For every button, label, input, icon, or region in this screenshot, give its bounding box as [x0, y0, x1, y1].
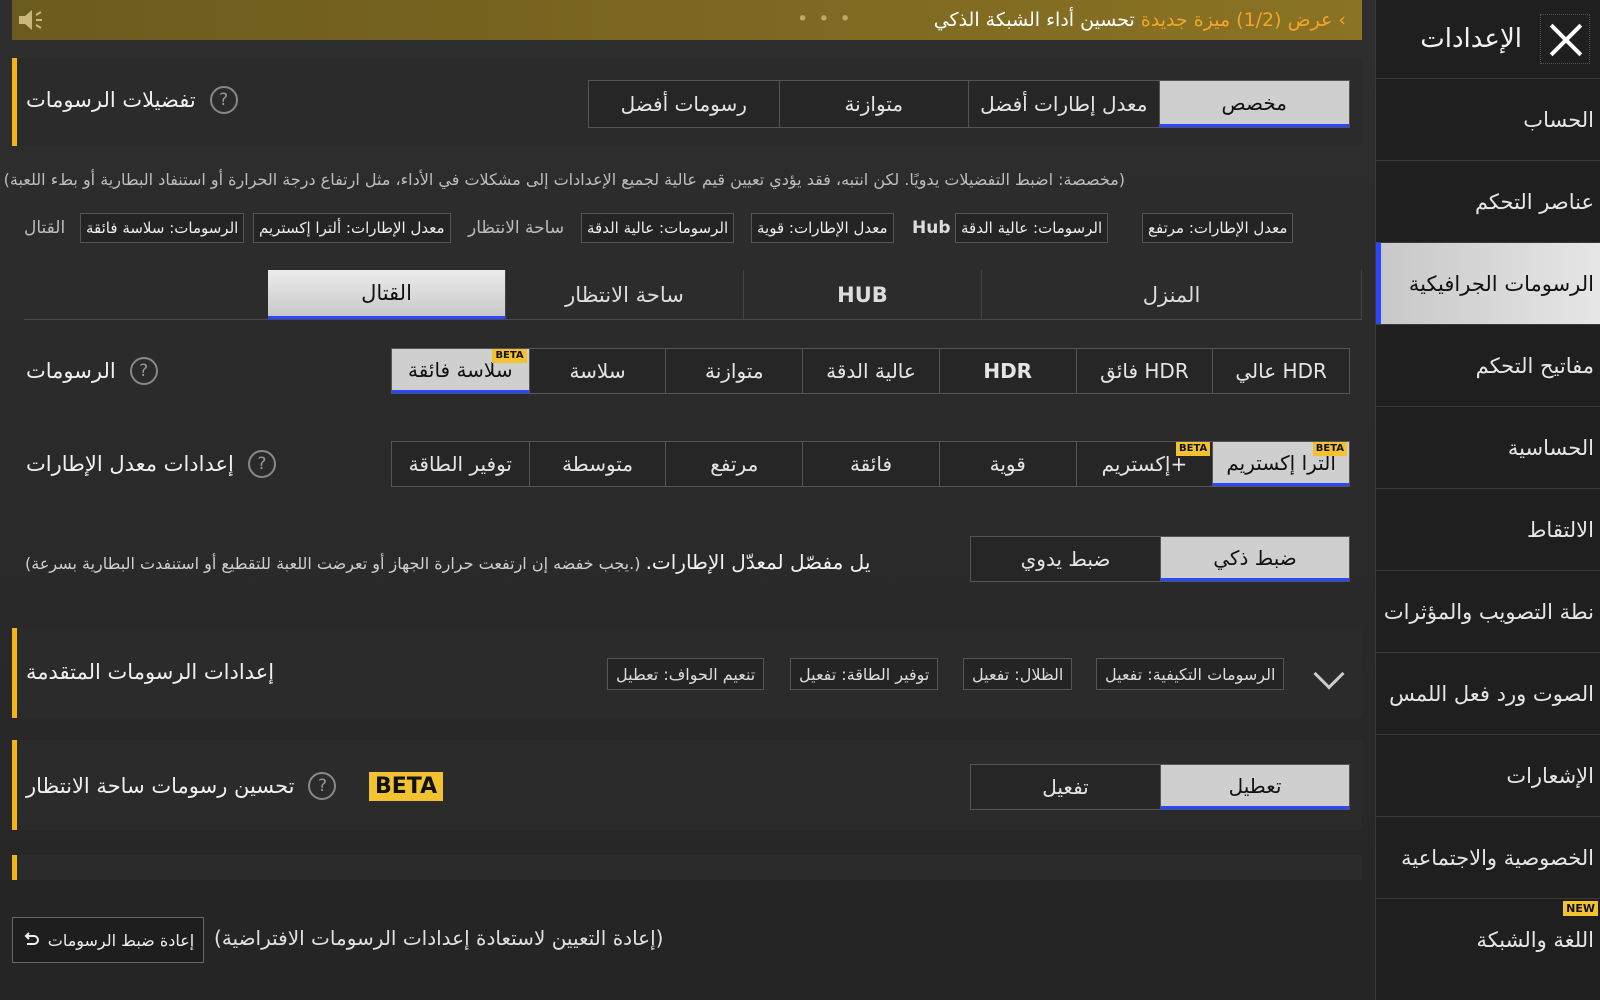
- help-icon[interactable]: ?: [247, 450, 276, 478]
- sidebar-item-crosshair[interactable]: نطة التصويب والمؤثرات: [1376, 570, 1600, 652]
- sidebar-item-language[interactable]: اللغة والشبكة NEW: [1376, 898, 1600, 980]
- summary-hub-label: Hub: [912, 218, 951, 238]
- framerate-extreme-plus-label: إكستريم+: [1101, 452, 1188, 476]
- smart-adjust-button[interactable]: ضبط ذكي: [1160, 537, 1349, 581]
- beta-badge: BETA: [1176, 442, 1211, 456]
- preferences-note: (مخصصة: اضبط التفضيلات يدويًا. لكن انتبه…: [3, 170, 1125, 189]
- manual-adjust-button[interactable]: ضبط يدوي: [971, 537, 1160, 581]
- graphics-label: الرسومات: [26, 359, 116, 383]
- settings-main-panel: • • • تحسين أداء الشبكة الذكي ميزة جديدة…: [0, 0, 1375, 1000]
- sidebar-item-keys[interactable]: مفاتيح التحكم: [1376, 324, 1600, 406]
- speaker-icon[interactable]: [16, 8, 44, 32]
- sidebar-item-controls[interactable]: عناصر التحكم: [1376, 160, 1600, 242]
- framerate-segmented: ألترا إكستريم BETA إكستريم+ BETA قوية فا…: [391, 441, 1350, 487]
- smart-adjust-note-text: (يجب خفضه إن ارتفعت حرارة الجهاز أو تعرض…: [25, 554, 641, 573]
- announcement-bar[interactable]: • • • تحسين أداء الشبكة الذكي ميزة جديدة…: [12, 0, 1362, 40]
- advanced-tag-power-saving: توفير الطاقة: تفعيل: [790, 658, 939, 690]
- sidebar-item-sensitivity[interactable]: الحساسية: [1376, 406, 1600, 488]
- help-icon[interactable]: ?: [209, 86, 238, 114]
- mode-tabs: المنزل HUB ساحة الانتظار القتال: [24, 270, 1362, 320]
- graphics-smooth[interactable]: سلاسة: [528, 349, 666, 393]
- summary-home-gfx: الرسومات: عالية الدقة: [955, 213, 1109, 243]
- summary-combat-label: القتال: [24, 218, 66, 238]
- framerate-high[interactable]: مرتفع: [665, 442, 803, 486]
- advanced-tag-adaptive: الرسومات التكيفية: تفعيل: [1096, 658, 1285, 690]
- lobby-opt-label-row: تحسين رسومات ساحة الانتظار ?: [26, 772, 337, 800]
- footer-bar: [0, 880, 1375, 1000]
- sidebar-header: الإعدادات: [1376, 0, 1600, 78]
- chevron-right-icon[interactable]: ‹: [1338, 9, 1346, 31]
- summary-hub-fps: معدل الإطارات: قوية: [751, 213, 894, 243]
- framerate-power-saving[interactable]: توفير الطاقة: [391, 442, 529, 486]
- sidebar-item-label: اللغة والشبكة: [1476, 927, 1594, 952]
- preferences-label-row: تفضيلات الرسومات ?: [26, 86, 238, 114]
- preference-balanced[interactable]: متوازنة: [778, 81, 968, 127]
- advanced-tag-antialiasing: تنعيم الحواف: تعطيل: [607, 658, 765, 690]
- lobby-opt-label: تحسين رسومات ساحة الانتظار: [26, 774, 295, 798]
- preferences-segmented: مخصص معدل إطارات أفضل متوازنة رسومات أفض…: [588, 80, 1350, 128]
- announcement-offer: عرض (1/2): [1236, 9, 1333, 31]
- graphics-label-row: الرسومات ?: [26, 357, 158, 385]
- preference-custom[interactable]: مخصص: [1158, 81, 1349, 127]
- graphics-segmented: عالي HDR فائق HDR HDR عالية الدقة متوازن…: [391, 348, 1350, 394]
- smart-adjust-segmented: ضبط ذكي ضبط يدوي: [970, 536, 1350, 582]
- sidebar-item-graphics[interactable]: الرسومات الجرافيكية: [1376, 242, 1600, 324]
- reset-note: (إعادة التعيين لاستعادة إعدادات الرسومات…: [214, 926, 664, 950]
- sidebar-item-pickup[interactable]: الالتقاط: [1376, 488, 1600, 570]
- preference-better-graphics[interactable]: رسومات أفضل: [589, 81, 779, 127]
- framerate-strong[interactable]: قوية: [938, 442, 1076, 486]
- framerate-extreme-plus[interactable]: إكستريم+ BETA: [1075, 442, 1213, 486]
- dots-icon: • • •: [797, 8, 853, 30]
- advanced-label: إعدادات الرسومات المتقدمة: [26, 660, 275, 684]
- sidebar-item-notifications[interactable]: الإشعارات: [1376, 734, 1600, 816]
- summary-combat-gfx: الرسومات: سلاسة فائقة: [80, 213, 245, 243]
- smart-adjust-title: .يل مفصّل لمعدّل الإطارات: [645, 550, 871, 574]
- reset-graphics-button[interactable]: إعادة ضبط الرسومات: [12, 917, 204, 963]
- framerate-ultra[interactable]: فائقة: [802, 442, 939, 486]
- tab-hub[interactable]: HUB: [744, 270, 982, 319]
- summary-combat-fps: معدل الإطارات: ألترا إكستريم: [253, 213, 451, 243]
- next-section-panel: [12, 855, 1362, 880]
- lobby-opt-disable[interactable]: تعطيل: [1160, 765, 1349, 809]
- smart-adjust-note: (يجب خفضه إن ارتفعت حرارة الجهاز أو تعرض…: [25, 550, 870, 574]
- tab-combat[interactable]: القتال: [268, 270, 506, 319]
- preference-better-fps[interactable]: معدل إطارات أفضل: [968, 81, 1159, 127]
- advanced-tag-shadows: الظلال: تفعيل: [963, 658, 1073, 690]
- announcement-message: تحسين أداء الشبكة الذكي: [933, 9, 1135, 31]
- summary-hub-gfx: الرسومات: عالية الدقة: [581, 213, 735, 243]
- summary-lobby-label: ساحة الانتظار: [468, 218, 565, 238]
- reset-graphics-label: إعادة ضبط الرسومات: [47, 930, 195, 950]
- lobby-opt-segmented: تعطيل تفعيل: [970, 764, 1350, 810]
- framerate-medium[interactable]: متوسطة: [528, 442, 666, 486]
- announcement-feature: ميزة جديدة: [1140, 9, 1231, 31]
- help-icon[interactable]: ?: [308, 772, 337, 800]
- close-icon[interactable]: [1540, 14, 1590, 64]
- help-icon[interactable]: ?: [129, 357, 158, 385]
- tab-home[interactable]: المنزل: [982, 270, 1362, 319]
- graphics-extra-smooth[interactable]: سلاسة فائقة BETA: [391, 349, 529, 393]
- preferences-label: تفضيلات الرسومات: [26, 88, 196, 112]
- framerate-label-row: إعدادات معدل الإطارات ?: [26, 450, 276, 478]
- settings-title: الإعدادات: [1420, 24, 1522, 54]
- sidebar-item-privacy[interactable]: الخصوصية والاجتماعية: [1376, 816, 1600, 898]
- graphics-hd[interactable]: عالية الدقة: [802, 349, 939, 393]
- framerate-label: إعدادات معدل الإطارات: [26, 452, 234, 476]
- graphics-hdr[interactable]: HDR: [938, 349, 1076, 393]
- reset-icon: [24, 932, 39, 945]
- new-badge: NEW: [1563, 901, 1598, 916]
- graphics-hdr-ultra[interactable]: فائق HDR: [1075, 349, 1213, 393]
- beta-badge: BETA: [1312, 442, 1347, 456]
- sidebar-item-account[interactable]: الحساب: [1376, 78, 1600, 160]
- sidebar-item-audio[interactable]: الصوت ورد فعل اللمس: [1376, 652, 1600, 734]
- framerate-ultra-extreme[interactable]: ألترا إكستريم BETA: [1212, 442, 1349, 486]
- beta-badge: BETA: [369, 772, 444, 801]
- tab-lobby[interactable]: ساحة الانتظار: [506, 270, 744, 319]
- beta-badge: BETA: [492, 349, 527, 363]
- graphics-balanced[interactable]: متوازنة: [665, 349, 803, 393]
- settings-sidebar: الإعدادات الحساب عناصر التحكم الرسومات ا…: [1375, 0, 1600, 1000]
- lobby-opt-enable[interactable]: تفعيل: [971, 765, 1160, 809]
- summary-home-fps: معدل الإطارات: مرتفع: [1142, 213, 1294, 243]
- graphics-hdr-high[interactable]: عالي HDR: [1212, 349, 1349, 393]
